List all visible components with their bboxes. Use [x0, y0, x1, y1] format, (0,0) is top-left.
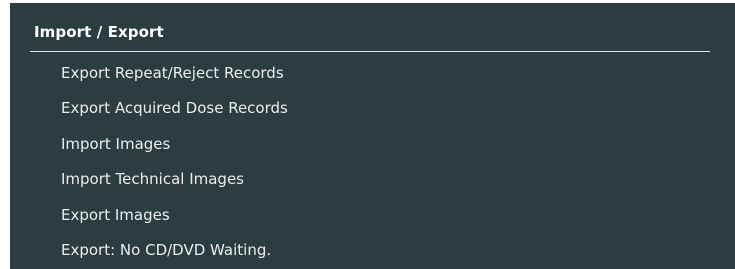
menu-item-export-acquired-dose-records[interactable]: Export Acquired Dose Records	[10, 91, 735, 126]
panel-title: Import / Export	[34, 23, 164, 41]
menu-item-import-technical-images[interactable]: Import Technical Images	[10, 162, 735, 197]
menu-item-export-repeat-reject-records[interactable]: Export Repeat/Reject Records	[10, 56, 735, 91]
import-export-menu: Export Repeat/Reject Records Export Acqu…	[10, 56, 735, 268]
menu-item-import-images[interactable]: Import Images	[10, 127, 735, 162]
import-export-panel: Import / Export Export Repeat/Reject Rec…	[10, 3, 735, 269]
menu-item-export-cd-dvd-status[interactable]: Export: No CD/DVD Waiting.	[10, 233, 735, 268]
title-divider	[30, 51, 710, 52]
menu-item-export-images[interactable]: Export Images	[10, 198, 735, 233]
